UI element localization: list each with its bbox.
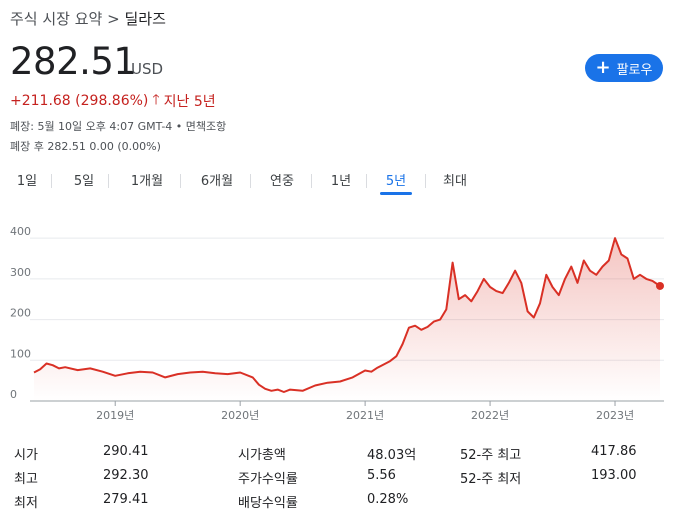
stat-value-52wh: 417.86 — [591, 444, 637, 459]
stat-value-divyield: 0.28% — [367, 492, 409, 507]
stats-row: 최고 292.30 주가수익률 5.56 52-주 최저 193.00 — [0, 468, 678, 490]
stat-value-high: 292.30 — [103, 468, 149, 483]
arrow-up-icon: 🡑 — [152, 92, 160, 108]
plus-icon: + — [595, 57, 611, 78]
price-chart[interactable]: 400 300 200 100 0 2019년 2020년 2021년 2022년 2023년 — [0, 222, 678, 432]
breadcrumb-current: 딜라즈 — [124, 10, 166, 28]
x-tick-label: 2022년 — [471, 409, 509, 422]
x-tick-label: 2019년 — [96, 409, 134, 422]
range-tabs: 1일 5일 1개월 6개월 연중 1년 5년 최대 — [0, 170, 678, 196]
breadcrumb-separator: > — [107, 10, 120, 28]
y-tick-label: 400 — [10, 225, 31, 238]
tab-5d[interactable]: 5일 — [72, 170, 96, 189]
stat-label-pe: 주가수익률 — [238, 472, 298, 487]
currency-label: USD — [131, 60, 164, 78]
after-hours-info: 폐장 후 282.51 0.00 (0.00%) — [10, 140, 161, 153]
breadcrumb-section-link[interactable]: 주식 시장 요약 — [10, 10, 102, 28]
follow-button[interactable]: + 팔로우 — [585, 54, 663, 82]
stats-row: 시가 290.41 시가총액 48.03억 52-주 최고 417.86 — [0, 444, 678, 466]
stat-value-pe: 5.56 — [367, 468, 396, 483]
tab-5y[interactable]: 5년 — [384, 170, 408, 189]
x-tick-label: 2021년 — [346, 409, 384, 422]
stat-label-52wl: 52-주 최저 — [460, 472, 522, 487]
stat-label-divyield: 배당수익률 — [238, 496, 298, 511]
stat-label-open: 시가 — [14, 448, 38, 463]
tab-max[interactable]: 최대 — [442, 170, 468, 189]
change-value: +211.68 (298.86%) — [10, 93, 149, 109]
y-tick-label: 200 — [10, 307, 31, 320]
x-tick-label: 2023년 — [596, 409, 634, 422]
tab-1d[interactable]: 1일 — [16, 170, 38, 189]
x-tick-label: 2020년 — [221, 409, 259, 422]
stat-value-52wl: 193.00 — [591, 468, 637, 483]
stat-label-high: 최고 — [14, 472, 38, 487]
tab-6m[interactable]: 6개월 — [197, 170, 237, 189]
tab-1y[interactable]: 1년 — [329, 170, 353, 189]
follow-button-label: 팔로우 — [616, 62, 653, 78]
y-tick-label: 100 — [10, 347, 31, 360]
stock-price: 282.51 — [10, 40, 137, 83]
change-period: 지난 5년 — [163, 94, 216, 110]
close-time-info: 폐장: 5월 10일 오후 4:07 GMT-4 • 면책조항 — [10, 120, 227, 133]
stat-label-low: 최저 — [14, 496, 38, 511]
y-tick-label: 0 — [10, 388, 17, 401]
last-price-dot — [656, 281, 664, 290]
stat-label-mktcap: 시가총액 — [238, 448, 286, 463]
y-tick-label: 300 — [10, 266, 31, 279]
stat-value-low: 279.41 — [103, 492, 149, 507]
tab-ytd[interactable]: 연중 — [267, 170, 297, 189]
breadcrumb: 주식 시장 요약 > 딜라즈 — [10, 8, 166, 29]
tab-1m[interactable]: 1개월 — [127, 170, 167, 189]
price-change: +211.68 (298.86%) 🡑 지난 5년 — [10, 89, 216, 113]
stat-label-52wh: 52-주 최고 — [460, 448, 522, 463]
stat-value-open: 290.41 — [103, 444, 149, 459]
stat-value-mktcap: 48.03억 — [367, 448, 417, 463]
stats-row: 최저 279.41 배당수익률 0.28% — [0, 492, 678, 514]
active-tab-indicator — [380, 192, 412, 195]
